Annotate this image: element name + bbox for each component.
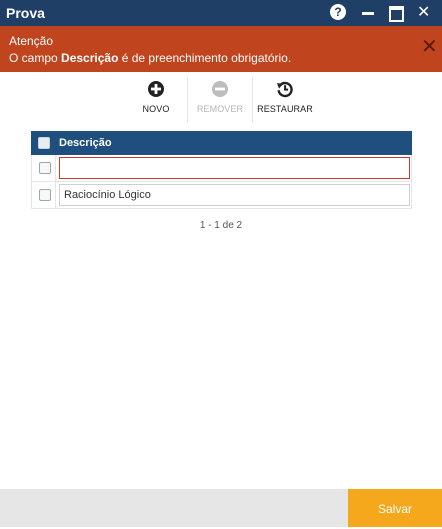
alert-message-field: Descrição xyxy=(61,51,119,65)
restore-history-icon xyxy=(277,81,293,98)
pagination-info: 1 - 1 de 2 xyxy=(199,220,243,231)
row-checkbox[interactable] xyxy=(39,162,51,174)
maximize-icon xyxy=(389,6,404,22)
alert-close-button[interactable]: ✕ xyxy=(421,37,439,57)
grid-body xyxy=(31,155,412,209)
row-checkbox[interactable] xyxy=(39,189,51,201)
remove-button-label: REMOVER xyxy=(196,104,244,114)
cell-divider xyxy=(55,155,56,181)
new-button-label: NOVO xyxy=(142,104,170,114)
remove-button[interactable]: REMOVER xyxy=(190,77,250,121)
restore-button[interactable]: RESTAURAR xyxy=(255,77,315,121)
alert-message-prefix: O campo xyxy=(9,51,62,65)
minimize-icon xyxy=(362,12,374,15)
help-button[interactable]: ? xyxy=(330,4,348,22)
cell-divider xyxy=(55,182,56,208)
data-grid: Descrição xyxy=(31,131,412,209)
alert-message-suffix: é de preenchimento obrigatório. xyxy=(118,51,292,65)
new-button[interactable]: NOVO xyxy=(126,77,186,121)
table-row xyxy=(32,182,411,209)
description-input[interactable] xyxy=(59,157,410,179)
window-titlebar: Prova ? ✕ xyxy=(0,0,442,26)
grid-header: Descrição xyxy=(31,131,412,155)
description-input[interactable] xyxy=(59,184,410,206)
close-window-button[interactable]: ✕ xyxy=(417,4,435,22)
restore-button-label: RESTAURAR xyxy=(257,104,313,114)
column-header-descricao[interactable]: Descrição xyxy=(59,137,112,149)
alert-message: O campo Descrição é de preenchimento obr… xyxy=(9,51,291,65)
minimize-button[interactable] xyxy=(360,4,378,22)
maximize-button[interactable] xyxy=(388,4,406,22)
footer-bar: Salvar xyxy=(0,489,442,527)
window-title: Prova xyxy=(6,5,45,21)
toolbar: NOVO REMOVER RESTAURAR xyxy=(0,77,442,125)
alert-title: Atenção xyxy=(9,34,54,48)
help-icon: ? xyxy=(330,4,346,20)
close-icon: ✕ xyxy=(417,4,431,21)
toolbar-divider xyxy=(187,77,188,123)
save-button[interactable]: Salvar xyxy=(348,489,442,527)
table-row xyxy=(32,155,411,182)
toolbar-divider xyxy=(252,77,253,123)
plus-circle-icon xyxy=(148,81,164,97)
validation-alert: Atenção O campo Descrição é de preenchim… xyxy=(0,26,442,72)
minus-circle-icon xyxy=(212,81,228,97)
select-all-checkbox[interactable] xyxy=(38,137,50,149)
